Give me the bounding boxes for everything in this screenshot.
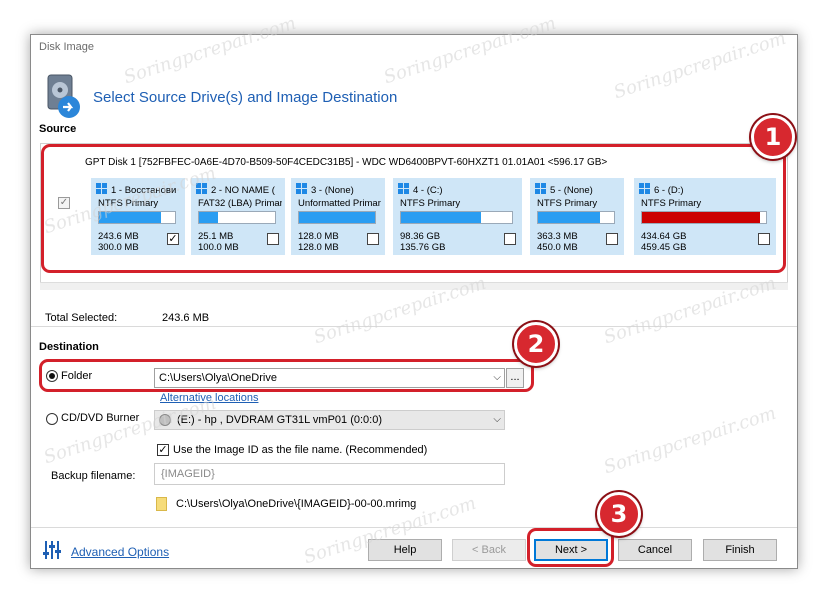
total-selected-label: Total Selected: [45, 312, 118, 324]
page-title: Select Source Drive(s) and Image Destina… [93, 89, 398, 106]
finish-button[interactable]: Finish [703, 539, 777, 561]
advanced-options-link[interactable]: Advanced Options [71, 545, 169, 559]
use-image-id-label: Use the Image ID as the file name. (Reco… [173, 444, 428, 456]
file-icon [156, 497, 167, 511]
annotation-badge-2: 2 [514, 322, 558, 366]
cd-drive-value: (E:) - hp , DVDRAM GT31L vmP01 (0:0:0) [177, 414, 382, 426]
cd-dvd-radio[interactable] [46, 413, 58, 425]
annotation-frame-destination [39, 359, 534, 392]
sliders-icon [43, 541, 61, 559]
output-path: C:\Users\Olya\OneDrive\{IMAGEID}-00-00.m… [176, 498, 417, 510]
annotation-badge-3: 3 [597, 492, 641, 536]
annotation-frame-next [527, 528, 614, 567]
section-divider [31, 326, 797, 327]
optical-drive-icon [159, 414, 171, 426]
cancel-button[interactable]: Cancel [618, 539, 692, 561]
annotation-frame-source [41, 144, 786, 273]
total-selected-value: 243.6 MB [162, 312, 210, 324]
window-title: Disk Image [39, 41, 95, 53]
chevron-down-icon: ⌵ [493, 414, 501, 425]
use-image-id-checkbox[interactable]: ✓ [157, 444, 169, 456]
cd-dvd-label: CD/DVD Burner [61, 412, 140, 424]
backup-filename-label: Backup filename: [51, 470, 136, 482]
cd-drive-combo[interactable]: (E:) - hp , DVDRAM GT31L vmP01 (0:0:0) ⌵ [154, 410, 505, 430]
back-button[interactable]: < Back [452, 539, 526, 561]
alternative-locations-link[interactable]: Alternative locations [160, 392, 258, 404]
footer-divider [31, 527, 797, 528]
source-label: Source [39, 123, 77, 135]
backup-filename-input[interactable]: {IMAGEID} [154, 463, 505, 485]
destination-label: Destination [39, 341, 99, 353]
horizontal-scrollbar[interactable] [40, 282, 788, 290]
disk-image-window: Disk Image Select Source Drive(s) and Im… [30, 34, 798, 569]
disk-image-icon [47, 74, 80, 118]
help-button[interactable]: Help [368, 539, 442, 561]
annotation-badge-1: 1 [751, 115, 795, 159]
